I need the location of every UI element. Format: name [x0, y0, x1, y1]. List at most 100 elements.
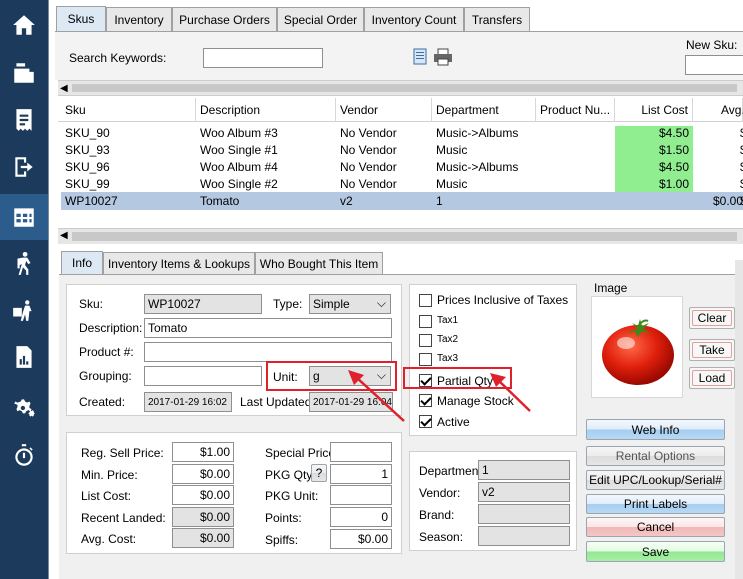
prices-inclusive-label: Prices Inclusive of Taxes — [437, 293, 569, 307]
tab-inventory[interactable]: Inventory — [106, 7, 172, 31]
cash-register-icon — [14, 63, 34, 83]
product-number-field[interactable] — [144, 342, 392, 362]
tab-who-bought[interactable]: Who Bought This Item — [255, 252, 383, 274]
table-row[interactable]: SKU_90 Woo Album #3 No Vendor Music->Alb… — [61, 124, 743, 143]
sku-field[interactable]: WP10027 — [144, 294, 262, 314]
app-sidebar — [0, 0, 48, 579]
tab-skus[interactable]: Skus — [56, 6, 106, 31]
scroll-left-icon[interactable]: ◀ — [60, 83, 68, 94]
scroll-thumb[interactable] — [72, 232, 737, 241]
tab-info[interactable]: Info — [61, 251, 103, 274]
calendar-grid-icon — [14, 208, 34, 227]
col-header-vendor[interactable]: Vendor — [336, 98, 432, 122]
gears-icon — [14, 399, 35, 417]
table-row[interactable]: SKU_99 Woo Single #2 No Vendor Music $1.… — [61, 175, 743, 194]
clear-image-button[interactable]: Clear — [689, 307, 735, 329]
list-cost-field[interactable]: $0.00 — [172, 485, 234, 505]
vertical-scrollbar[interactable] — [735, 260, 743, 579]
min-price-field[interactable]: $0.00 — [172, 464, 234, 484]
season-field[interactable] — [478, 526, 570, 546]
pkg-unit-field[interactable] — [330, 485, 392, 505]
vendor-field[interactable]: v2 — [478, 482, 570, 502]
walking-person-icon — [17, 251, 31, 275]
recent-landed-field: $0.00 — [172, 507, 234, 527]
col-header-description[interactable]: Description — [196, 98, 336, 122]
special-price-field[interactable] — [330, 442, 392, 462]
sidebar-item-timeclock[interactable] — [0, 433, 48, 479]
sku-label: Sku: — [79, 297, 104, 311]
tab-transfers[interactable]: Transfers — [464, 7, 530, 31]
brand-field[interactable] — [478, 504, 570, 524]
pkg-qty-field[interactable]: 1 — [330, 464, 392, 484]
department-field[interactable]: 1 — [478, 460, 570, 480]
description-field[interactable]: Tomato — [144, 318, 392, 338]
search-input[interactable] — [203, 48, 323, 68]
take-image-button[interactable]: Take — [689, 339, 735, 361]
cell-department: Music — [436, 143, 468, 157]
document-list-icon[interactable] — [413, 48, 429, 66]
table-row-selected[interactable]: WP10027 Tomato v2 1 $0.00 $ — [61, 192, 743, 210]
type-select[interactable]: Simple ⌵ — [309, 294, 391, 314]
spiffs-label: Spiffs: — [265, 533, 299, 547]
sidebar-item-reports[interactable] — [0, 334, 48, 380]
tab-special-order[interactable]: Special Order — [277, 7, 364, 31]
cell-department: Music — [436, 177, 468, 191]
type-label: Type: — [273, 297, 303, 311]
rental-options-button[interactable]: Rental Options — [586, 446, 725, 466]
reg-sell-price-field[interactable]: $1.00 — [172, 442, 234, 462]
cell-vendor: v2 — [340, 194, 353, 208]
grid-horizontal-scrollbar[interactable]: ◀ — [58, 228, 743, 244]
scroll-thumb[interactable] — [72, 84, 737, 92]
spiffs-field[interactable]: $0.00 — [330, 529, 392, 549]
col-header-avg[interactable]: Avg. — [693, 98, 743, 122]
horizontal-scrollbar[interactable]: ◀ — [58, 80, 743, 96]
col-header-department[interactable]: Department — [432, 98, 536, 122]
printer-icon[interactable] — [433, 48, 453, 66]
sidebar-item-delivery[interactable] — [0, 287, 48, 333]
web-info-button[interactable]: Web Info — [586, 419, 725, 440]
tax2-checkbox[interactable] — [419, 334, 432, 347]
points-field[interactable]: 0 — [330, 507, 392, 527]
pkg-qty-help-button[interactable]: ? — [311, 464, 327, 482]
sidebar-item-home[interactable] — [0, 2, 48, 48]
col-header-product-number[interactable]: Product Nu... — [536, 98, 615, 122]
sidebar-item-receipts[interactable] — [0, 97, 48, 143]
created-label: Created: — [79, 395, 126, 409]
table-row[interactable]: SKU_93 Woo Single #1 No Vendor Music $1.… — [61, 141, 743, 160]
cell-sku: SKU_90 — [65, 126, 110, 140]
new-sku-input[interactable] — [685, 55, 743, 75]
cell-sku: SKU_99 — [65, 177, 110, 191]
tab-inventory-count[interactable]: Inventory Count — [364, 7, 464, 31]
tax3-label: Tax3 — [437, 353, 459, 364]
cell-vendor: No Vendor — [340, 126, 397, 140]
edit-upc-button[interactable]: Edit UPC/Lookup/Serial# — [586, 470, 725, 490]
print-labels-button[interactable]: Print Labels — [586, 494, 725, 514]
sidebar-item-exit[interactable] — [0, 144, 48, 190]
cell-description: Tomato — [200, 194, 240, 208]
new-sku-label: New Sku: — [686, 38, 738, 52]
cancel-button[interactable]: Cancel — [586, 517, 725, 537]
tab-inventory-items-lookups[interactable]: Inventory Items & Lookups — [103, 252, 255, 274]
list-cost-label: List Cost: — [81, 489, 132, 503]
cell-department: Music->Albums — [436, 160, 519, 174]
cell-sku: WP10027 — [65, 194, 118, 208]
col-header-sku[interactable]: Sku — [61, 98, 196, 122]
save-button[interactable]: Save — [586, 541, 725, 562]
sidebar-item-settings[interactable] — [0, 385, 48, 431]
sidebar-item-register[interactable] — [0, 50, 48, 96]
sidebar-item-customers[interactable] — [0, 240, 48, 286]
sidebar-item-inventory[interactable] — [0, 194, 48, 240]
col-header-list-cost[interactable]: List Cost — [615, 98, 693, 122]
description-label: Description: — [79, 321, 143, 335]
tab-purchase-orders[interactable]: Purchase Orders — [172, 7, 277, 31]
last-updated-label: Last Updated: — [240, 395, 315, 409]
load-image-button[interactable]: Load — [689, 367, 735, 389]
scroll-left-icon[interactable]: ◀ — [60, 230, 68, 241]
tax1-label: Tax1 — [437, 315, 459, 326]
cell-vendor: No Vendor — [340, 177, 397, 191]
search-label: Search Keywords: — [69, 51, 167, 65]
table-row[interactable]: SKU_96 Woo Album #4 No Vendor Music->Alb… — [61, 158, 743, 177]
grouping-field[interactable] — [144, 366, 262, 386]
tax1-checkbox[interactable] — [419, 315, 432, 328]
prices-inclusive-checkbox[interactable] — [419, 294, 432, 307]
